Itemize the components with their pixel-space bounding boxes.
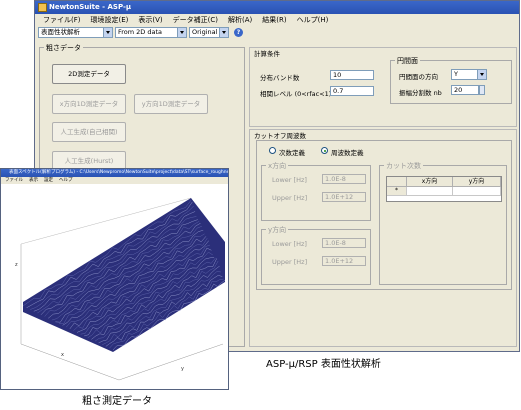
x-lower-input[interactable]: 1.0E-8 (322, 174, 366, 184)
y-direction-group: y方向 Lower [Hz] 1.0E-8 Upper [Hz] 1.0E+12 (261, 225, 371, 285)
div-input[interactable]: 20 (451, 85, 479, 95)
plot-menu-bar: ファイル 表示 設定 ヘルプ (1, 177, 228, 184)
caption-rough-data: 粗さ測定データ (82, 396, 152, 407)
calc-conditions-panel: 計算条件 分布バンド数 10 相関レベル (0<rfac<1) 0.7 円間面 … (249, 47, 517, 127)
x-upper-label: Upper [Hz] (272, 194, 308, 202)
z-axis-label: z (15, 262, 18, 268)
cut-order-group: カット次数 x方向 y方向 * (379, 161, 507, 285)
radio-frequency-label: 周波数定義 (331, 149, 364, 157)
chevron-down-icon (477, 70, 486, 79)
btn-x1d-data[interactable]: x方向1D測定データ (52, 94, 126, 114)
rough-data-title: 粗さデータ (44, 43, 83, 53)
radio-frequency[interactable] (321, 147, 328, 154)
plot-window: 表面スペクトル(解析プログラム) - C:\Users\Newpromo\New… (0, 168, 229, 390)
surface-mesh (23, 198, 225, 352)
axis-edge (20, 343, 120, 381)
cutoff-group: 次数定義 周波数定義 x方向 Lower [Hz] 1.0E-8 Upper [… (256, 140, 512, 290)
chevron-down-icon (219, 28, 228, 37)
btn-artificial-self[interactable]: 人工生成(自己相関) (52, 122, 126, 142)
menu-analysis[interactable]: 解析(A) (224, 14, 256, 26)
calc-conditions-title: 計算条件 (254, 50, 280, 58)
plot-menu-settings[interactable]: 設定 (44, 177, 53, 184)
view-select[interactable]: Original (189, 27, 229, 38)
menu-bar: ファイル(F) 環境設定(E) 表示(V) データ補正(C) 解析(A) 結果(… (35, 14, 519, 26)
col-header-x: x方向 (407, 177, 453, 187)
cutoff-panel: カットオフ周波数 次数定義 周波数定義 x方向 Lower [Hz] 1.0E-… (249, 129, 517, 347)
circ-dir-label: 円間面の方向 (399, 73, 438, 81)
mode-select[interactable]: 表面性状解析 (38, 27, 113, 38)
menu-environment[interactable]: 環境設定(E) (87, 14, 133, 26)
cutoff-title: カットオフ周波数 (254, 132, 306, 140)
x-axis-label: x (61, 352, 64, 358)
row-header-corner (387, 177, 407, 187)
radio-order-label: 次数定義 (279, 149, 305, 157)
circ-dir-value: Y (454, 70, 458, 78)
x-direction-title: x方向 (266, 161, 289, 171)
menu-help[interactable]: ヘルプ(H) (293, 14, 333, 26)
cell-y[interactable] (453, 187, 501, 196)
btn-y1d-data[interactable]: y方向1D測定データ (134, 94, 208, 114)
circ-dir-select[interactable]: Y (451, 69, 487, 80)
y-lower-input[interactable]: 1.0E-8 (322, 238, 366, 248)
chevron-down-icon (103, 28, 112, 37)
chevron-down-icon (177, 28, 186, 37)
radio-order[interactable] (269, 147, 276, 154)
div-spinner[interactable] (479, 85, 485, 95)
x-direction-group: x方向 Lower [Hz] 1.0E-8 Upper [Hz] 1.0E+12 (261, 161, 371, 221)
div-label: 振幅分割数 nb (399, 89, 442, 97)
corr-label: 相関レベル (0<rfac<1) (260, 90, 332, 98)
plot-window-title[interactable]: 表面スペクトル(解析プログラム) - C:\Users\Newpromo\New… (1, 169, 228, 177)
y-direction-title: y方向 (266, 225, 289, 235)
y-lower-label: Lower [Hz] (272, 240, 307, 248)
menu-results[interactable]: 結果(R) (258, 14, 290, 26)
surface-plot[interactable]: z x y (1, 184, 228, 389)
toolbar: 表面性状解析 From 2D data Original (35, 26, 519, 39)
band-input[interactable]: 10 (330, 70, 374, 80)
circ-group-title: 円間面 (395, 56, 420, 66)
x-upper-input[interactable]: 1.0E+12 (322, 192, 366, 202)
caption-asp-rsp: ASP-μ/RSP 表面性状解析 (266, 359, 381, 370)
btn-2d-data[interactable]: 2D測定データ (52, 64, 126, 84)
y-axis-label: y (181, 366, 184, 372)
source-select[interactable]: From 2D data (115, 27, 187, 38)
y-upper-label: Upper [Hz] (272, 258, 308, 266)
circ-group: 円間面 円間面の方向 Y 振幅分割数 nb 20 (390, 56, 512, 104)
cut-order-title: カット次数 (384, 161, 423, 171)
app-icon (38, 3, 47, 12)
x-lower-label: Lower [Hz] (272, 176, 307, 184)
help-icon[interactable]: ? (234, 28, 243, 37)
corr-input[interactable]: 0.7 (330, 86, 374, 96)
band-label: 分布バンド数 (260, 74, 300, 82)
axis-edge (118, 343, 224, 381)
source-select-value: From 2D data (118, 28, 163, 36)
cut-order-table[interactable]: x方向 y方向 * (386, 176, 502, 202)
menu-view[interactable]: 表示(V) (134, 14, 166, 26)
title-bar[interactable]: NewtonSuite - ASP-μ (35, 1, 519, 14)
view-select-value: Original (192, 28, 218, 36)
plot-menu-file[interactable]: ファイル (5, 177, 23, 184)
col-header-y: y方向 (453, 177, 501, 187)
row-marker: * (387, 187, 407, 196)
cell-x[interactable] (407, 187, 453, 196)
plot-menu-help[interactable]: ヘルプ (59, 177, 73, 184)
mode-select-value: 表面性状解析 (41, 28, 80, 36)
window-title: NewtonSuite - ASP-μ (49, 3, 132, 11)
y-upper-input[interactable]: 1.0E+12 (322, 256, 366, 266)
menu-data-correction[interactable]: データ補正(C) (169, 14, 222, 26)
plot-menu-view[interactable]: 表示 (29, 177, 38, 184)
menu-file[interactable]: ファイル(F) (39, 14, 85, 26)
